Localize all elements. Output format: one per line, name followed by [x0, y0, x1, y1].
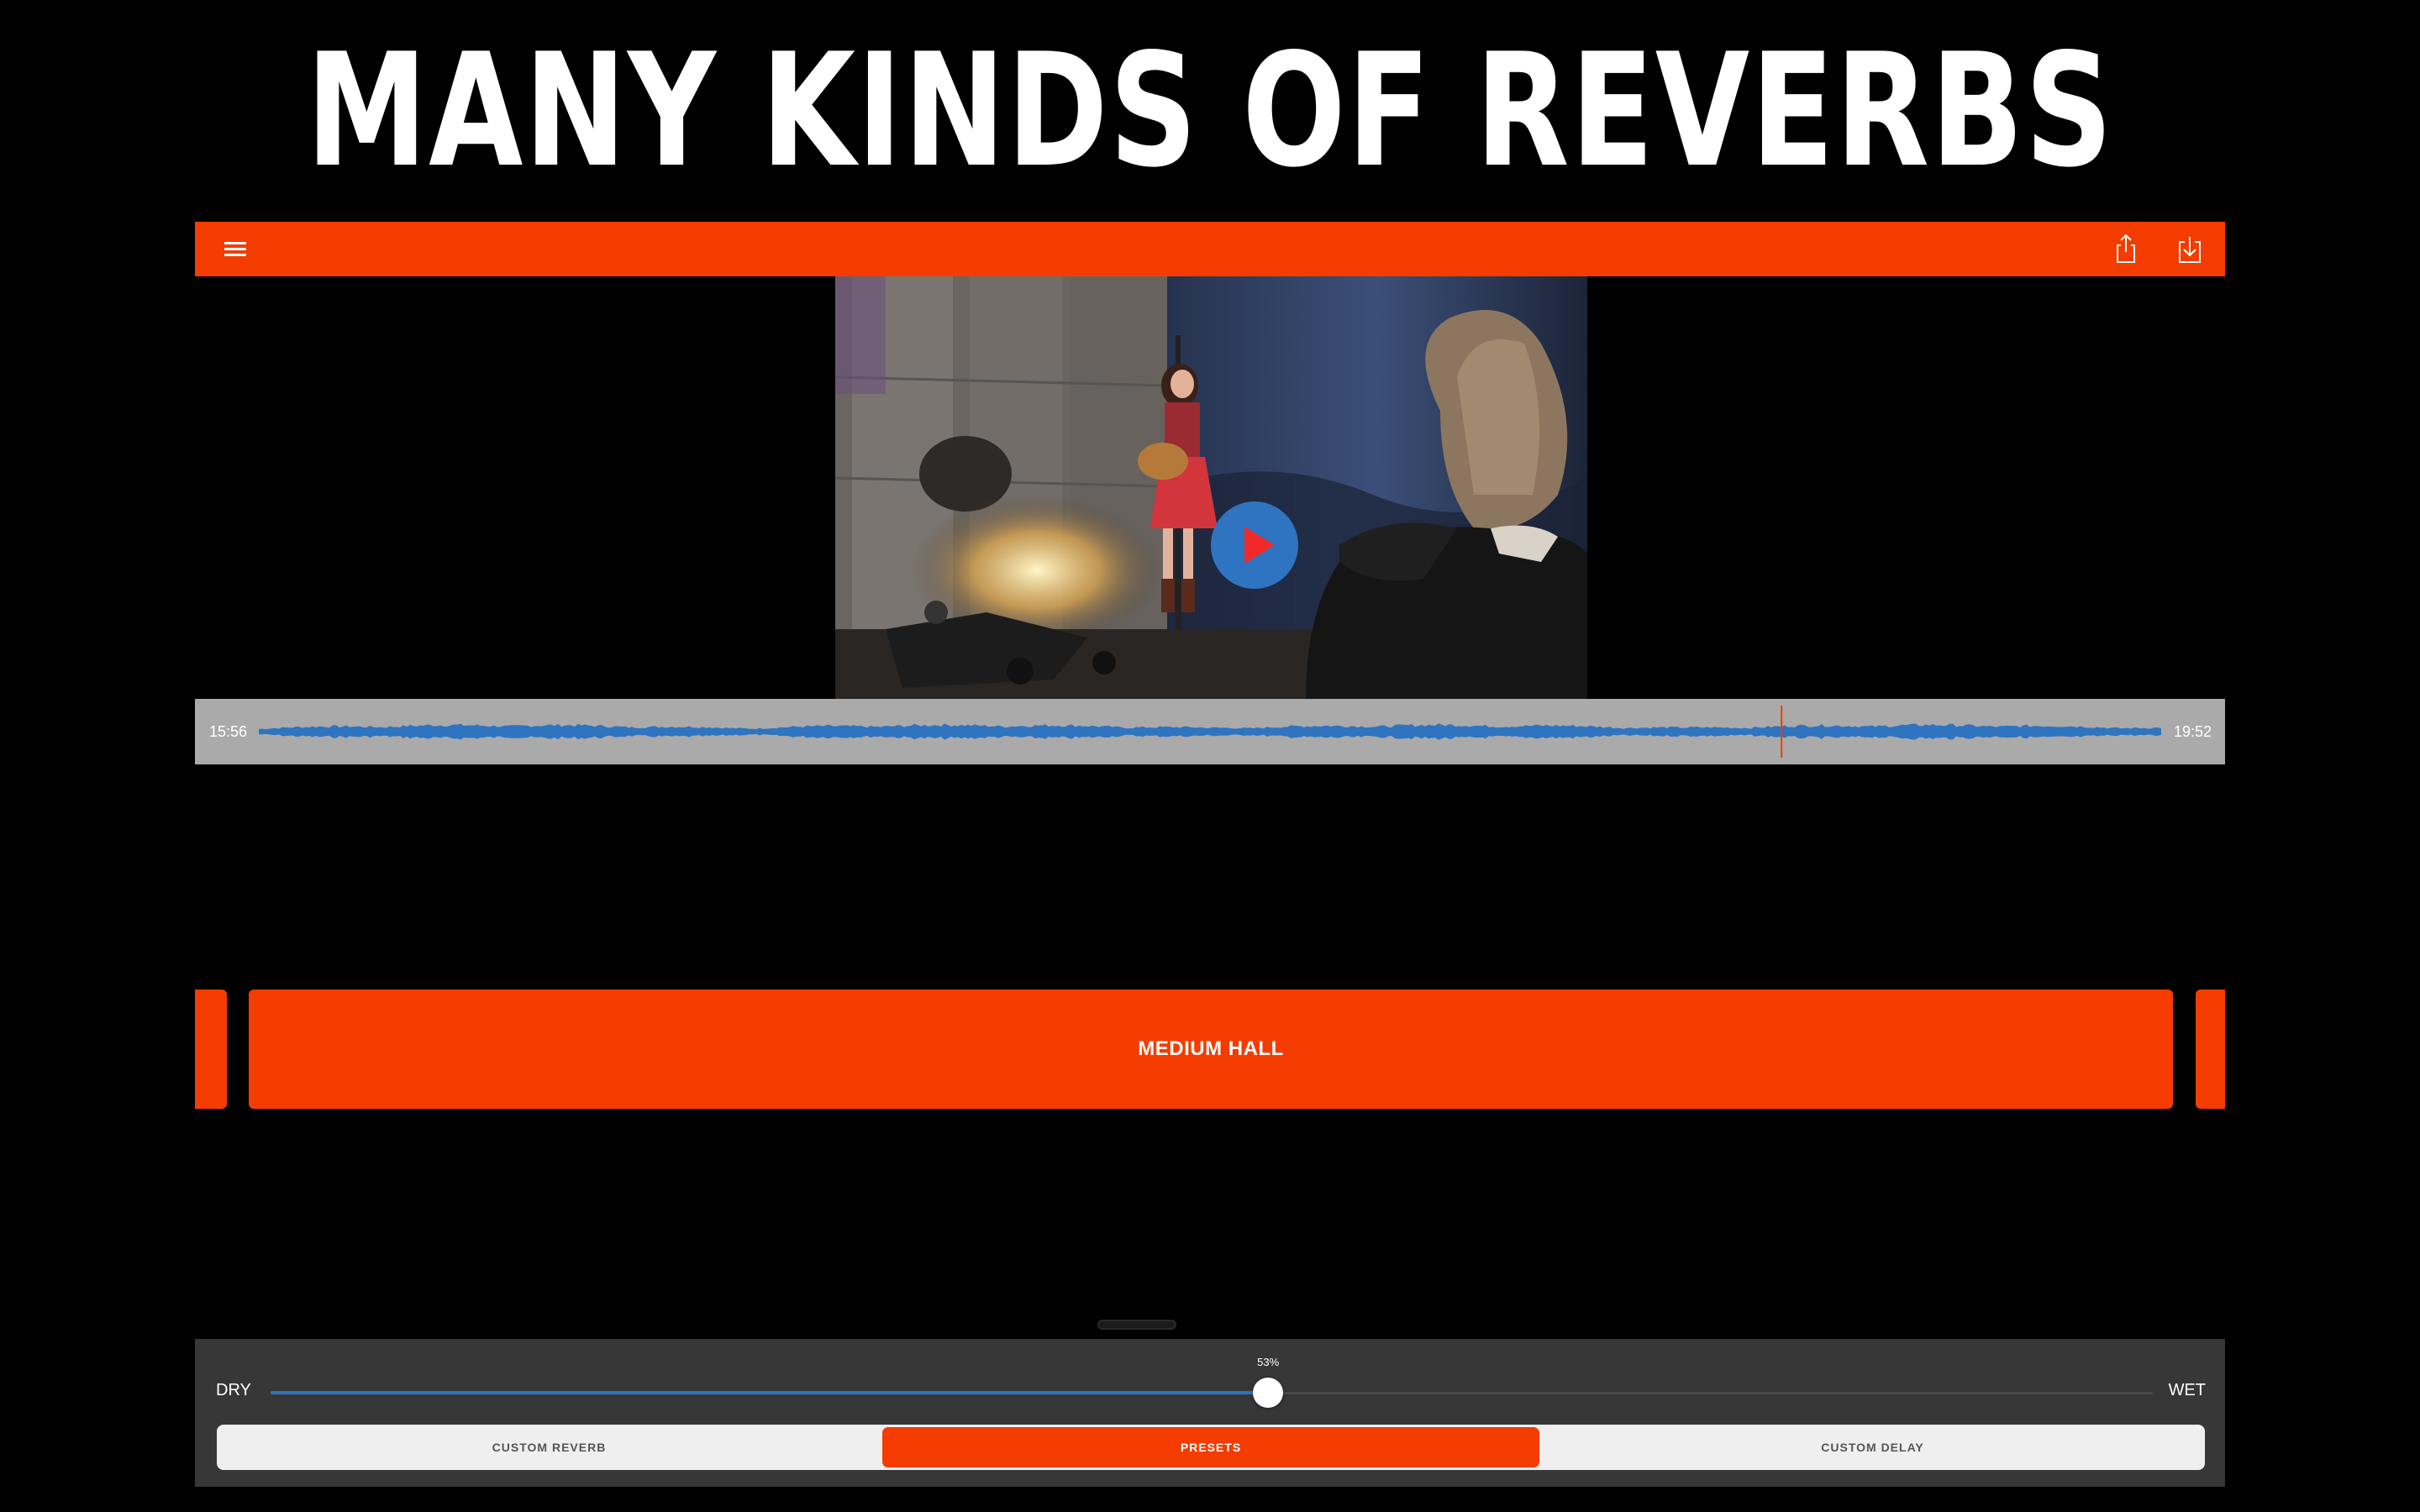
promo-headline: MANY KINDS OF REVERBS [306, 19, 2114, 202]
dry-label: DRY [216, 1381, 251, 1399]
end-time: 19:52 [2173, 723, 2212, 740]
download-icon [2179, 237, 2201, 263]
video-frame-image [835, 276, 1587, 699]
mode-segmented-control: CUSTOM REVERB PRESETS CUSTOM DELAY [217, 1425, 2205, 1470]
menu-button[interactable] [222, 235, 250, 264]
tab-presets[interactable]: PRESETS [882, 1427, 1539, 1467]
play-button[interactable] [1211, 501, 1298, 589]
share-icon [2117, 234, 2135, 263]
slider-fill [271, 1391, 1269, 1394]
playhead-marker[interactable] [1781, 706, 1783, 758]
slider-thumb[interactable] [1253, 1378, 1284, 1408]
next-preset-card[interactable] [2196, 990, 2225, 1109]
save-button[interactable] [2173, 232, 2207, 265]
slider-value-label: 53% [1257, 1356, 1280, 1368]
previous-preset-card[interactable] [195, 990, 227, 1109]
video-preview [835, 276, 1587, 699]
waveform-scrubber[interactable]: 15:56 19:52 [195, 699, 2225, 764]
tab-custom-delay[interactable]: CUSTOM DELAY [1543, 1427, 2202, 1467]
dry-wet-slider[interactable]: 53% [271, 1356, 2153, 1410]
play-icon [1244, 527, 1275, 564]
start-time: 15:56 [209, 723, 248, 740]
current-preset-card[interactable]: MEDIUM HALL [249, 990, 2173, 1109]
controls-panel: DRY 53% WET CUSTOM REVERB PRESETS CUSTOM… [195, 1339, 2225, 1487]
tab-custom-reverb[interactable]: CUSTOM REVERB [219, 1427, 879, 1467]
panel-drag-handle[interactable] [1097, 1320, 1176, 1330]
preset-name: MEDIUM HALL [1138, 1037, 1284, 1060]
wet-label: WET [2168, 1381, 2206, 1399]
waveform-visual [259, 706, 2161, 758]
app-window: 15:56 19:52 MEDIUM HALL DRY 53% WET CUST… [195, 222, 2225, 1487]
hamburger-menu-icon [224, 242, 246, 256]
share-button[interactable] [2109, 232, 2143, 265]
top-toolbar [195, 222, 2225, 276]
waveform-shape [259, 723, 2161, 740]
